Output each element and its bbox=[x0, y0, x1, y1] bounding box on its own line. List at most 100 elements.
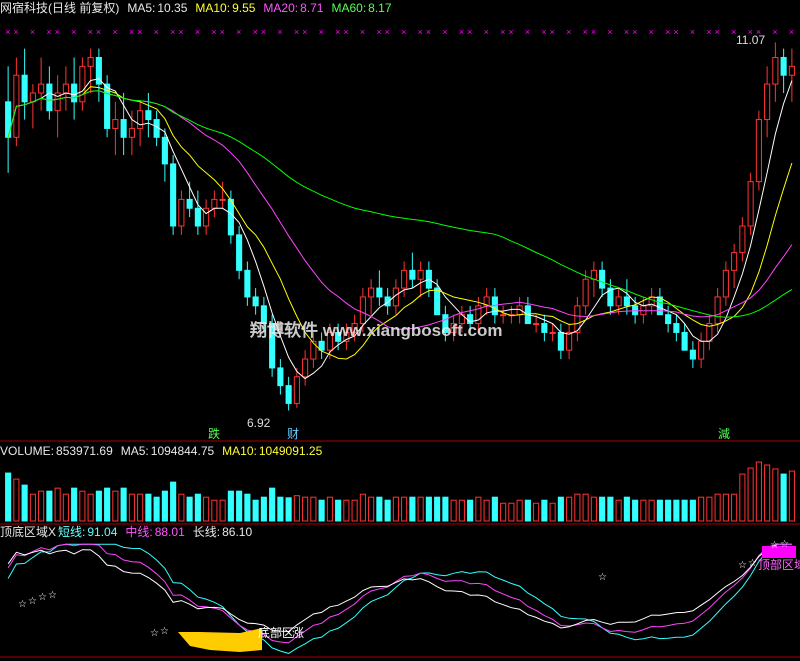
volume-bar bbox=[590, 496, 597, 522]
long-line bbox=[7, 545, 792, 633]
candle bbox=[29, 84, 36, 129]
volume-bar bbox=[541, 499, 548, 522]
long-label: 长线: bbox=[192, 525, 221, 539]
volume-pane bbox=[5, 461, 795, 522]
candle-body bbox=[186, 198, 193, 209]
candle-body bbox=[541, 323, 548, 333]
candle bbox=[764, 66, 771, 138]
volume-bar bbox=[71, 487, 78, 522]
star-marker: ☆ bbox=[780, 539, 789, 550]
candle-body bbox=[409, 269, 416, 280]
bottom-zone-fill bbox=[178, 628, 262, 652]
candle-body bbox=[236, 234, 243, 271]
volume-bar bbox=[764, 464, 771, 522]
volume-bar bbox=[145, 493, 152, 522]
volume-bar bbox=[731, 493, 738, 522]
signal-cross-marker: × bbox=[525, 27, 530, 37]
candle-body bbox=[203, 207, 210, 227]
signal-cross-marker: × bbox=[418, 27, 423, 37]
candle-body bbox=[87, 56, 94, 67]
indicator-pane: ☆ ☆ ☆ ☆☆ ☆☆☆ ☆☆ ☆ bbox=[7, 539, 796, 654]
volume-bar bbox=[508, 502, 515, 522]
candle-body bbox=[417, 269, 424, 280]
signal-cross-marker: × bbox=[211, 27, 216, 37]
signal-cross-marker: × bbox=[335, 27, 340, 37]
ma20-value: 8.71 bbox=[300, 1, 324, 15]
mid-value: 88.01 bbox=[154, 525, 185, 539]
volume-bar bbox=[788, 470, 795, 522]
volume-bar bbox=[112, 490, 119, 522]
star-marker: ☆ bbox=[28, 596, 37, 607]
signal-cross-marker: × bbox=[624, 27, 629, 37]
volume-value: 853971.69 bbox=[56, 444, 113, 458]
volume-bar bbox=[351, 499, 358, 522]
ma10-value: 9.55 bbox=[232, 1, 256, 15]
candle bbox=[5, 66, 12, 173]
short-label: 短线: bbox=[58, 525, 86, 539]
volume-bar bbox=[95, 490, 102, 522]
star-marker: ☆ bbox=[738, 560, 747, 571]
vol-ma10-label: MA10: bbox=[222, 444, 257, 458]
candle-body bbox=[244, 269, 251, 298]
top-zone-fill bbox=[762, 546, 796, 558]
volume-bar bbox=[434, 496, 441, 522]
candle-body bbox=[780, 56, 787, 76]
volume-bar bbox=[722, 493, 729, 522]
signal-cross-marker: × bbox=[706, 27, 711, 37]
candle bbox=[219, 181, 226, 209]
volume-bar bbox=[516, 499, 523, 522]
candle-body bbox=[656, 296, 663, 316]
volume-bar bbox=[252, 499, 259, 522]
signal-cross-marker: × bbox=[343, 27, 348, 37]
star-marker: ☆ bbox=[18, 599, 27, 610]
signal-marker-row: × × × × × × × × × × × × × × × × × × × × × × × × × × × × × × × × × × × × × × × ×… bbox=[5, 27, 794, 37]
volume-bar bbox=[681, 499, 688, 522]
signal-cross-marker: × bbox=[294, 27, 299, 37]
volume-bar bbox=[648, 499, 655, 522]
ma5-value: 10.35 bbox=[157, 1, 188, 15]
candle-body bbox=[755, 119, 762, 183]
volume-header: VOLUME: 853971.69 MA5: 1094844.75 MA10: 10490… bbox=[0, 443, 330, 459]
volume-bar bbox=[54, 487, 61, 522]
volume-bar bbox=[29, 493, 36, 522]
candle bbox=[302, 350, 309, 386]
candle bbox=[722, 261, 729, 306]
candle-body bbox=[368, 287, 375, 298]
candle-body bbox=[623, 296, 630, 307]
volume-bar bbox=[780, 473, 787, 522]
star-marker: ☆ bbox=[770, 540, 779, 551]
signal-cross-marker: × bbox=[550, 27, 555, 37]
volume-bar bbox=[359, 493, 366, 522]
signal-cross-marker: × bbox=[5, 27, 10, 37]
volume-bar bbox=[269, 487, 276, 522]
volume-bar bbox=[194, 493, 201, 522]
signal-cross-marker: × bbox=[665, 27, 670, 37]
vol-ma5-label: MA5: bbox=[120, 444, 149, 458]
candle-body bbox=[566, 331, 573, 351]
candle bbox=[739, 217, 746, 262]
candle bbox=[714, 288, 721, 333]
signal-cross-marker: × bbox=[220, 27, 225, 37]
signal-cross-marker: × bbox=[71, 27, 76, 37]
volume-bar bbox=[178, 493, 185, 522]
candle bbox=[95, 48, 102, 102]
signal-cross-marker: × bbox=[360, 27, 365, 37]
signal-cross-marker: × bbox=[401, 27, 406, 37]
volume-bar bbox=[79, 490, 86, 522]
signal-cross-marker: × bbox=[632, 27, 637, 37]
ma20-label: MA20: bbox=[263, 1, 299, 15]
volume-bar bbox=[689, 499, 696, 522]
volume-bar bbox=[574, 493, 581, 522]
star-marker: ☆ bbox=[598, 572, 607, 583]
candle-body bbox=[764, 83, 771, 121]
short-value: 91.04 bbox=[87, 525, 118, 539]
candle bbox=[54, 75, 61, 138]
volume-bar bbox=[665, 499, 672, 522]
stock-chart: × × × × × × × × × × × × × × × × × × × × × × × × × × × × × × × × × × × × × × × ×… bbox=[0, 27, 800, 658]
volume-bar bbox=[632, 499, 639, 522]
candle-body bbox=[310, 340, 317, 360]
volume-bar bbox=[623, 496, 630, 522]
candle bbox=[673, 314, 680, 342]
volume-bar bbox=[755, 461, 762, 522]
candle-body bbox=[29, 92, 36, 103]
